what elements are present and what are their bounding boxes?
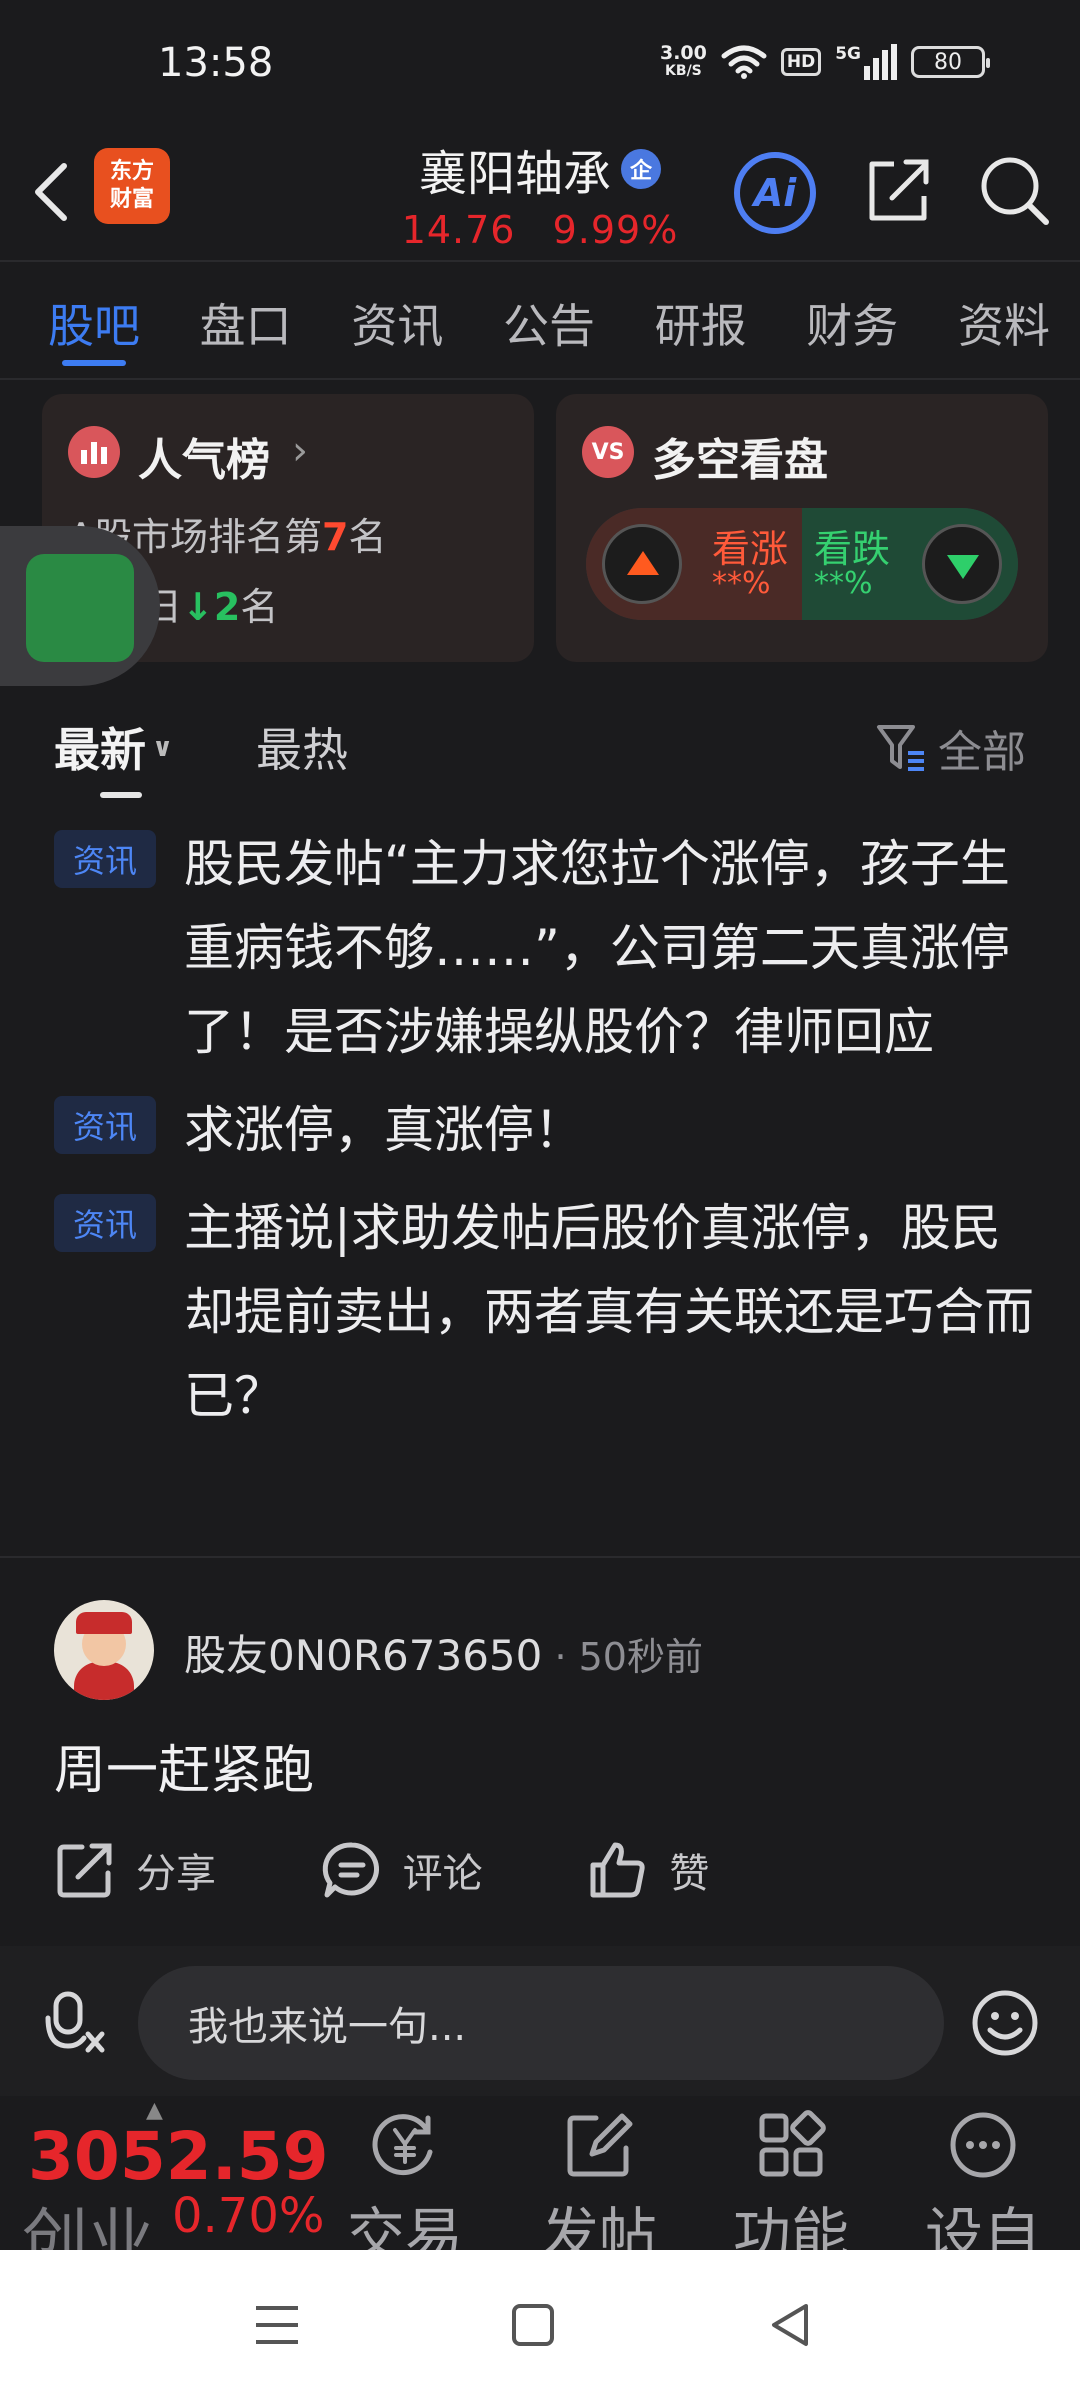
like-button[interactable]: 赞 — [587, 1830, 854, 1910]
index-change: 0.70% — [172, 2188, 325, 2244]
sort-active-indicator — [100, 792, 142, 798]
status-time: 13:58 — [158, 40, 274, 86]
bottom-nav: ▲ 创业 3052.59 0.70% 交易 发帖 功能 设自 — [0, 2098, 1080, 2250]
news-item[interactable]: 资讯 主播说|求助发帖后股价真涨停，股民却提前卖出，两者真有关联还是巧合而已？ — [0, 1186, 1080, 1438]
share-icon — [57, 1843, 112, 1898]
vote-bearish-button[interactable]: 看跌 **% — [802, 508, 1018, 620]
sort-latest[interactable]: 最新 ∨ — [54, 714, 173, 780]
tab-news[interactable]: 资讯 — [351, 270, 443, 380]
tab-financials[interactable]: 财务 — [806, 270, 898, 380]
status-bar: 13:58 3.00 KB/S HD 5G 80 — [0, 0, 1080, 130]
menu-icon[interactable] — [252, 2300, 302, 2350]
triangle-up-icon — [627, 551, 659, 575]
vs-icon: VS — [582, 426, 634, 478]
emoji-icon[interactable] — [970, 1988, 1040, 2058]
nav-post[interactable]: 发帖 — [524, 2108, 674, 2250]
tab-guba[interactable]: 股吧 — [48, 270, 140, 380]
enterprise-badge: 企 — [621, 149, 661, 189]
nav-trade[interactable]: 交易 — [330, 2108, 480, 2250]
post-time: · 50秒前 — [542, 1635, 703, 1679]
news-headline: 主播说|求助发帖后股价真涨停，股民却提前卖出，两者真有关联还是巧合而已？ — [184, 1199, 1034, 1425]
voice-input-icon[interactable] — [42, 1988, 112, 2058]
news-headline: 股民发帖“主力求您拉个涨停，孩子生重病钱不够……”，公司第二天真涨停了！是否涉嫌… — [184, 835, 1010, 1061]
comment-button[interactable]: 评论 — [321, 1830, 588, 1910]
arrow-down-icon: ↓ — [182, 585, 214, 629]
stock-header: 东方 财富 襄阳轴承 企 14.76 9.99% Ai — [0, 130, 1080, 260]
stock-price: 14.76 — [401, 208, 516, 252]
long-short-title: 多空看盘 — [652, 435, 828, 486]
news-item[interactable]: 资讯 股民发帖“主力求您拉个涨停，孩子生重病钱不够……”，公司第二天真涨停了！是… — [0, 822, 1080, 1074]
news-headline: 求涨停，真涨停！ — [184, 1101, 584, 1159]
tab-profile[interactable]: 资料 — [958, 270, 1050, 380]
post-author[interactable]: 股友0N0R673650 · 50秒前 — [184, 1622, 703, 1683]
ai-assistant-button[interactable]: Ai — [734, 152, 816, 234]
sort-bar: 最新 ∨ 最热 全部 — [0, 700, 1080, 810]
chevron-down-icon: ∨ — [152, 733, 174, 763]
stock-tabs: 股吧 盘口 资讯 公告 研报 财务 资料 — [0, 270, 1080, 380]
share-icon[interactable] — [862, 152, 934, 228]
comment-icon — [322, 1842, 379, 1898]
news-tag: 资讯 — [54, 1194, 156, 1252]
hd-badge: HD — [780, 48, 822, 76]
forum-post: 股友0N0R673650 · 50秒前 周一赶紧跑 分享 评论 赞 — [0, 1560, 1080, 1940]
tab-pankou[interactable]: 盘口 — [200, 270, 292, 380]
long-short-card[interactable]: VS 多空看盘 看涨 **% 看跌 **% — [556, 394, 1048, 662]
vote-widget: 看涨 **% 看跌 **% — [586, 508, 1018, 620]
news-list: 资讯 股民发帖“主力求您拉个涨停，孩子生重病钱不够……”，公司第二天真涨停了！是… — [0, 822, 1080, 1452]
nav-watchlist[interactable]: 设自 — [908, 2108, 1058, 2250]
home-square-icon[interactable] — [508, 2300, 558, 2350]
comment-bar: 我也来说一句... — [0, 1946, 1080, 2096]
popularity-title: 人气榜 — [138, 435, 270, 486]
edit-icon — [567, 2113, 633, 2177]
filter-icon — [877, 725, 924, 771]
nav-functions[interactable]: 功能 — [716, 2108, 866, 2250]
battery-indicator: 80 — [911, 46, 990, 78]
news-tag: 资讯 — [54, 830, 156, 888]
net-speed: 3.00 KB/S — [659, 42, 707, 80]
floating-app-icon — [26, 554, 134, 662]
news-tag: 资讯 — [54, 1096, 156, 1154]
system-nav-bar — [0, 2250, 1080, 2400]
stock-change-pct: 9.99% — [552, 208, 679, 252]
yen-cycle-icon — [372, 2114, 433, 2176]
news-item[interactable]: 资讯 求涨停，真涨停！ — [0, 1088, 1080, 1172]
grid-icon — [759, 2110, 826, 2177]
tab-announcements[interactable]: 公告 — [503, 270, 595, 380]
index-name: 创业 — [22, 2201, 154, 2250]
wifi-icon — [721, 45, 767, 79]
header-divider — [0, 260, 1080, 262]
post-content[interactable]: 周一赶紧跑 — [54, 1728, 314, 1803]
more-icon — [950, 2112, 1016, 2178]
tabs-divider — [0, 378, 1080, 380]
post-actions: 分享 评论 赞 — [54, 1830, 854, 1910]
avatar[interactable] — [54, 1600, 154, 1700]
comment-input[interactable]: 我也来说一句... — [138, 1966, 944, 2080]
chevron-right-icon: › — [292, 428, 308, 474]
stock-name[interactable]: 襄阳轴承 企 — [419, 134, 661, 204]
news-divider — [0, 1556, 1080, 1558]
vote-bullish-button[interactable]: 看涨 **% — [586, 508, 802, 620]
floating-assist-button[interactable] — [0, 526, 160, 686]
search-icon[interactable] — [976, 152, 1052, 228]
filter-button[interactable]: 全部 — [876, 716, 1026, 780]
status-icons: 3.00 KB/S HD 5G 80 — [659, 42, 990, 80]
bar-chart-icon — [68, 426, 120, 478]
share-button[interactable]: 分享 — [54, 1830, 321, 1910]
index-value: 3052.59 — [28, 2118, 329, 2195]
signal-icon: 5G — [835, 44, 897, 80]
thumbs-up-icon — [590, 1842, 645, 1898]
tab-research[interactable]: 研报 — [655, 270, 747, 380]
triangle-down-icon — [947, 555, 979, 579]
sort-hot[interactable]: 最热 — [256, 714, 348, 780]
back-triangle-icon[interactable] — [766, 2300, 816, 2350]
